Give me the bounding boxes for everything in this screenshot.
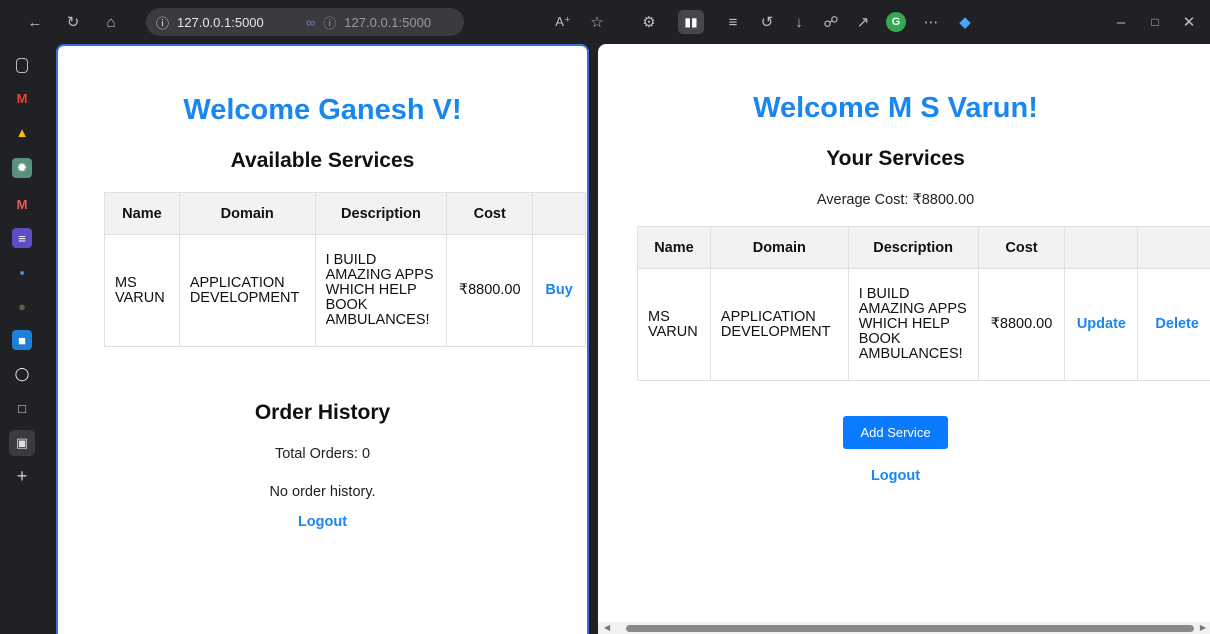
horizontal-scrollbar[interactable]: ◀ ▶	[598, 622, 1210, 634]
terminal-app-icon[interactable]: ▣	[9, 430, 35, 456]
header-cost: Cost	[446, 192, 534, 235]
page-title: Welcome Ganesh V!	[183, 94, 462, 126]
header-update	[1064, 226, 1139, 269]
github-icon[interactable]: ◯	[12, 364, 32, 384]
available-services-heading: Available Services	[230, 149, 415, 172]
favorites-list-icon[interactable]: ≡	[722, 11, 744, 33]
link-icon: ∞	[306, 14, 316, 30]
right-pane: Welcome M S Varun! Your Services Average…	[598, 44, 1210, 634]
scrollbar-thumb[interactable]	[626, 625, 1194, 632]
address-url: 127.0.0.1:5000	[177, 14, 264, 30]
left-pane: Welcome Ganesh V! Available Services Nam…	[56, 44, 589, 634]
more-options-icon[interactable]: ⋯	[920, 11, 942, 33]
logout-link[interactable]: Logout	[598, 468, 1193, 484]
favorite-star-icon[interactable]: ☆	[586, 11, 608, 33]
add-sidebar-app-icon[interactable]: +	[12, 466, 32, 486]
cell-description: I BUILD AMAZING APPS WHICH HELP BOOK AMB…	[847, 268, 979, 381]
header-name: Name	[104, 192, 180, 235]
cell-domain: APPLICATION DEVELOPMENT	[709, 268, 849, 381]
scroll-right-icon[interactable]: ▶	[1200, 623, 1206, 632]
header-domain: Domain	[709, 226, 849, 269]
services-table: Name Domain Description Cost MS VARUN AP…	[637, 226, 1210, 381]
cell-description: I BUILD AMAZING APPS WHICH HELP BOOK AMB…	[314, 234, 448, 347]
back-arrow-icon[interactable]: ←	[24, 11, 46, 33]
buy-link[interactable]: Buy	[532, 234, 586, 347]
header-description: Description	[847, 226, 979, 269]
cell-cost: ₹8800.00	[446, 234, 534, 347]
cell-name: MS VARUN	[637, 268, 711, 381]
address-secondary: ∞ ⓘ 127.0.0.1:5000	[306, 13, 431, 32]
split-screen-icon[interactable]: ▮▮	[678, 10, 704, 34]
profile-g-icon[interactable]: G	[886, 12, 906, 32]
your-services-heading: Your Services	[826, 147, 965, 170]
scroll-left-icon[interactable]: ◀	[604, 623, 610, 632]
logout-link[interactable]: Logout	[58, 514, 587, 530]
table-header-row: Name Domain Description Cost	[637, 226, 1210, 269]
average-cost-text: Average Cost: ₹8800.00	[816, 192, 975, 208]
blue-app-icon[interactable]: ■	[12, 330, 32, 350]
minimize-icon[interactable]: –	[1110, 11, 1132, 33]
notes-app-icon[interactable]: ≡	[12, 228, 32, 248]
page-title: Welcome M S Varun!	[753, 92, 1038, 124]
table-header-row: Name Domain Description Cost	[104, 192, 586, 235]
share-icon[interactable]: ↗	[852, 11, 874, 33]
history-icon[interactable]: ↺	[756, 11, 778, 33]
refresh-icon[interactable]: ↻	[62, 11, 84, 33]
header-name: Name	[637, 226, 711, 269]
browser-essentials-icon[interactable]: ☍	[820, 11, 842, 33]
header-action	[532, 192, 586, 235]
home-icon[interactable]: ⌂	[100, 11, 122, 33]
copilot-icon[interactable]: ◆	[954, 11, 976, 33]
header-delete	[1137, 226, 1210, 269]
drive-icon[interactable]: ▲	[12, 122, 32, 142]
address-bar[interactable]: ⓘ 127.0.0.1:5000 ∞ ⓘ 127.0.0.1:5000	[146, 8, 464, 36]
header-domain: Domain	[178, 192, 316, 235]
tab-actions-icon[interactable]	[16, 58, 28, 73]
document-icon[interactable]: □	[12, 398, 32, 418]
connect-app-icon[interactable]: ▪	[12, 262, 32, 282]
table-row: MS VARUN APPLICATION DEVELOPMENT I BUILD…	[104, 234, 586, 347]
services-table: Name Domain Description Cost MS VARUN AP…	[104, 192, 586, 347]
restore-icon[interactable]: □	[1144, 11, 1166, 33]
read-aloud-icon[interactable]: A⁺	[552, 11, 574, 33]
delete-link[interactable]: Delete	[1137, 268, 1210, 381]
circle-app-icon[interactable]: ●	[12, 296, 32, 316]
table-row: MS VARUN APPLICATION DEVELOPMENT I BUILD…	[637, 268, 1210, 381]
add-service-button[interactable]: Add Service	[843, 416, 948, 449]
downloads-icon[interactable]: ↓	[788, 11, 810, 33]
header-cost: Cost	[977, 226, 1066, 269]
close-icon[interactable]: ✕	[1178, 11, 1200, 33]
gmail-icon[interactable]: M	[12, 88, 32, 108]
address-url-secondary: 127.0.0.1:5000	[344, 14, 432, 30]
header-description: Description	[314, 192, 448, 235]
browser-sidebar: M ▲ ✹ M ≡ ▪ ● ■ ◯ □ ▣ +	[0, 44, 46, 634]
order-history-heading: Order History	[254, 401, 391, 424]
extensions-icon[interactable]: ⚙	[638, 11, 660, 33]
chatgpt-icon[interactable]: ✹	[12, 158, 32, 178]
gmail-secondary-icon[interactable]: M	[12, 194, 32, 214]
cell-cost: ₹8800.00	[977, 268, 1066, 381]
site-info-icon[interactable]: ⓘ	[156, 13, 169, 32]
cell-domain: APPLICATION DEVELOPMENT	[178, 234, 316, 347]
update-link[interactable]: Update	[1064, 268, 1139, 381]
cell-name: MS VARUN	[104, 234, 180, 347]
site-info-secondary-icon: ⓘ	[323, 15, 337, 31]
browser-toolbar: ← ↻ ⌂ ⓘ 127.0.0.1:5000 ∞ ⓘ 127.0.0.1:500…	[0, 0, 1210, 44]
no-history-text: No order history.	[269, 484, 376, 500]
total-orders-text: Total Orders: 0	[274, 446, 371, 462]
